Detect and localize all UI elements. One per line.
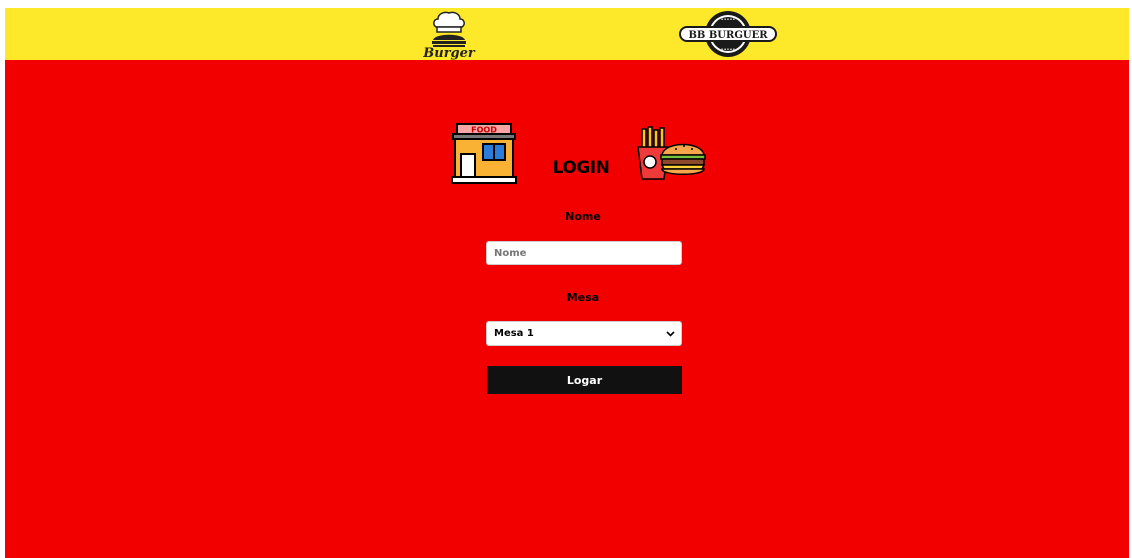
bb-burguer-logo: BB BURGUER ••••• ••••• — [679, 11, 777, 57]
nome-label: Nome — [565, 210, 601, 223]
svg-text:•••••: ••••• — [721, 17, 736, 23]
fries-burger-icon — [637, 126, 706, 180]
mesa-label: Mesa — [566, 291, 600, 304]
svg-text:BB BURGUER: BB BURGUER — [688, 30, 768, 41]
logar-button[interactable]: Logar — [487, 366, 682, 394]
login-page: Burger BB BURGUER ••••• ••••• FOOD LOGIN — [5, 8, 1129, 558]
nome-input[interactable] — [486, 241, 682, 265]
chevron-down-icon — [666, 331, 675, 337]
header-bar: Burger BB BURGUER ••••• ••••• — [5, 8, 1129, 60]
food-store-icon: FOOD — [451, 123, 517, 184]
svg-text:Burger: Burger — [422, 46, 476, 60]
svg-text:•••••: ••••• — [721, 47, 736, 53]
mesa-select[interactable]: Mesa 1 — [486, 321, 682, 346]
burger-logo: Burger — [422, 11, 476, 60]
login-title: LOGIN — [552, 158, 610, 178]
mesa-selected-value: Mesa 1 — [494, 328, 534, 339]
